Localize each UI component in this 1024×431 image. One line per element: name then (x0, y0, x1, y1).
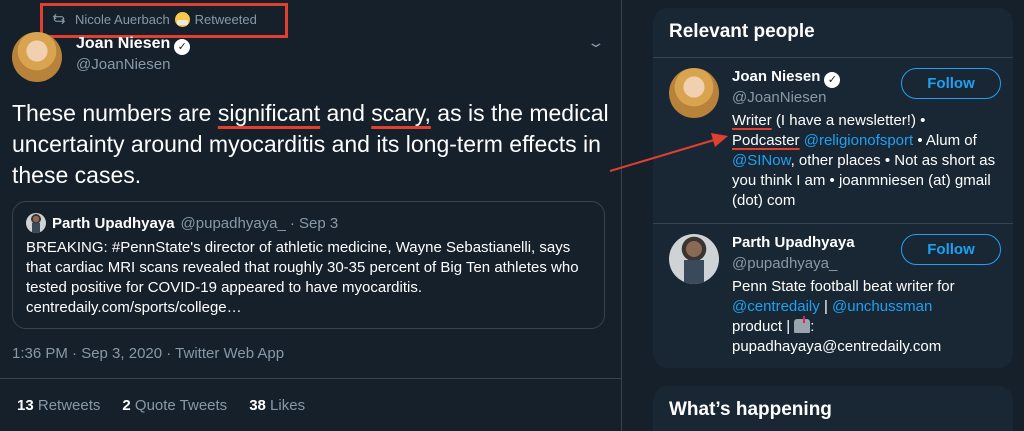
bio-mention-link[interactable]: @unchussman (832, 298, 932, 315)
quote-tweets-stat[interactable]: 2 Quote Tweets (122, 397, 227, 414)
person-name[interactable]: Parth Upadhyaya (732, 234, 855, 251)
whats-happening-card: What’s happening (653, 386, 1013, 431)
person-handle[interactable]: @pupadhyaya_ (732, 255, 837, 272)
quoted-tweet-text: BREAKING: #PennState's director of athle… (26, 239, 579, 316)
bio-mention-link[interactable]: @centredaily (732, 298, 820, 315)
follow-button[interactable]: Follow (901, 234, 1001, 265)
likes-stat[interactable]: 38 Likes (249, 397, 305, 414)
bio-word-podcaster: Podcaster (732, 132, 800, 149)
bio-word-writer: Writer (732, 112, 772, 129)
bio-text: Penn State football beat writer for (732, 278, 955, 295)
tweet-text-part: These numbers are (12, 100, 218, 126)
tweet-text: These numbers are significant and scary,… (12, 98, 612, 191)
tweet-column: Nicole Auerbach Retweeted Joan Niesen ✓ @… (0, 0, 622, 431)
bio-text: • Alum of (913, 132, 977, 149)
quoted-tweet-header: Parth Upadhyaya @pupadhyaya_ · Sep 3 (26, 212, 591, 234)
quote-tweets-count: 2 (122, 397, 131, 414)
retweeter-name[interactable]: Nicole Auerbach (75, 12, 170, 27)
retweets-stat[interactable]: 13 Retweets (17, 397, 100, 414)
divider (0, 378, 621, 379)
relevant-people-title: Relevant people (653, 8, 1013, 58)
bio-mention-link[interactable]: @SINow (732, 152, 791, 169)
person-avatar[interactable] (669, 68, 719, 118)
retweets-count: 13 (17, 397, 34, 414)
bio-mention-link[interactable]: @religionofsport (804, 132, 913, 149)
author-avatar[interactable] (12, 32, 62, 82)
mask-emoji-icon (174, 11, 190, 27)
bio-text: (I have a newsletter!) • (771, 112, 926, 129)
tweet-stats: 13 Retweets 2 Quote Tweets 38 Likes (17, 397, 305, 414)
quoted-author-handle: @pupadhyaya_ (180, 214, 286, 232)
tweet-timestamp[interactable]: 1:36 PM · Sep 3, 2020 · Twitter Web App (12, 345, 284, 362)
chevron-down-icon[interactable]: ⌄ (586, 34, 605, 51)
bio-text: product | (732, 318, 795, 335)
retweet-icon (52, 13, 66, 25)
quoted-tweet-date: · Sep 3 (289, 214, 339, 232)
quoted-author-avatar (26, 213, 46, 233)
person-handle[interactable]: @JoanNiesen (732, 89, 826, 106)
highlighted-word-scary: scary, (371, 100, 431, 126)
author-handle[interactable]: @JoanNiesen (76, 56, 170, 73)
verified-badge-icon: ✓ (824, 72, 841, 88)
likes-label: Likes (270, 397, 306, 414)
quoted-author-name: Parth Upadhyaya (52, 214, 175, 232)
bio-text: | (819, 298, 833, 315)
retweet-context[interactable]: Nicole Auerbach Retweeted (52, 10, 257, 28)
person-avatar[interactable] (669, 234, 719, 284)
mailbox-icon (794, 316, 811, 333)
bio-email: pupadhayaya@centredaily.com (732, 338, 942, 355)
person-name-row[interactable]: Joan Niesen ✓ (732, 68, 841, 88)
likes-count: 38 (249, 397, 266, 414)
verified-badge-icon: ✓ (174, 39, 191, 55)
follow-button[interactable]: Follow (901, 68, 1001, 99)
quoted-tweet[interactable]: Parth Upadhyaya @pupadhyaya_ · Sep 3 BRE… (12, 201, 605, 329)
whats-happening-title: What’s happening (669, 399, 832, 420)
person-bio: Penn State football beat writer for @cent… (732, 277, 1002, 357)
person-name[interactable]: Joan Niesen (732, 68, 820, 85)
bio-text: : (810, 318, 815, 335)
tweet-text-part: and (320, 100, 372, 126)
author-name-row[interactable]: Joan Niesen ✓ (76, 35, 191, 55)
quote-tweets-label: Quote Tweets (134, 397, 228, 414)
person-joan-niesen[interactable]: Joan Niesen ✓ @JoanNiesen Follow Writer (… (653, 58, 1013, 224)
retweet-label: Retweeted (194, 11, 257, 27)
person-parth-upadhyaya[interactable]: Parth Upadhyaya @pupadhyaya_ Follow Penn… (653, 224, 1013, 364)
retweets-label: Retweets (37, 397, 101, 414)
highlighted-word-significant: significant (217, 100, 321, 126)
person-bio: Writer (I have a newsletter!) • Podcaster… (732, 111, 1002, 211)
author-name[interactable]: Joan Niesen (76, 35, 170, 52)
relevant-people-card: Relevant people Joan Niesen ✓ @JoanNiesen… (653, 8, 1013, 368)
